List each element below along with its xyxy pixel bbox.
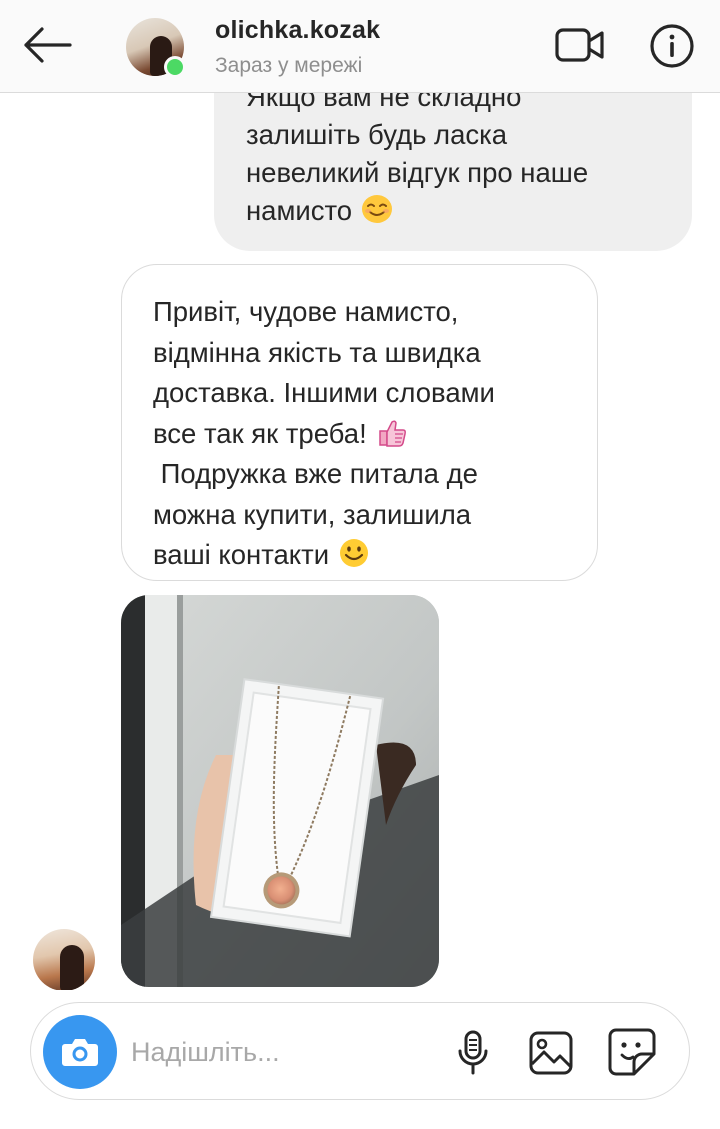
sender-avatar[interactable] — [33, 929, 95, 991]
info-button[interactable] — [646, 20, 698, 72]
necklace-photo-message[interactable] — [121, 595, 439, 987]
camera-button[interactable] — [43, 1015, 117, 1089]
online-indicator — [164, 56, 186, 78]
incoming-message-bubble[interactable]: Привіт, чудове намисто, відмінна якість … — [121, 264, 598, 581]
smiling-face-icon — [361, 195, 392, 223]
voice-message-button[interactable] — [449, 1027, 497, 1079]
sticker-button[interactable] — [605, 1025, 659, 1079]
incoming-message-text-part1: Привіт, чудове намисто, відмінна якість … — [153, 296, 495, 449]
outgoing-message-text: Якщо вам не складно залишіть будь ласка … — [246, 81, 589, 226]
camera-icon — [62, 1039, 98, 1066]
incoming-message-text-part2: Подружка вже питала де можна купити, зал… — [153, 458, 478, 570]
smiling-face-icon — [339, 539, 368, 567]
message-input[interactable] — [131, 1027, 431, 1077]
necklace-in-box-photo — [121, 595, 439, 987]
arrow-left-icon — [24, 27, 72, 63]
thumbs-up-icon — [379, 419, 407, 447]
chat-header: olichka.kozak Зараз у мережі — [0, 0, 720, 93]
video-call-button[interactable] — [552, 22, 608, 68]
contact-username[interactable]: olichka.kozak — [215, 16, 380, 45]
gallery-button[interactable] — [525, 1027, 577, 1079]
contact-avatar[interactable] — [126, 18, 186, 78]
message-composer — [30, 1002, 690, 1100]
contact-status: Зараз у мережі — [215, 54, 363, 77]
video-camera-icon — [555, 28, 604, 62]
sticker-icon — [608, 1028, 656, 1076]
gallery-icon — [529, 1031, 573, 1075]
microphone-icon — [458, 1030, 488, 1075]
info-icon — [650, 24, 694, 68]
back-button[interactable] — [18, 20, 76, 70]
